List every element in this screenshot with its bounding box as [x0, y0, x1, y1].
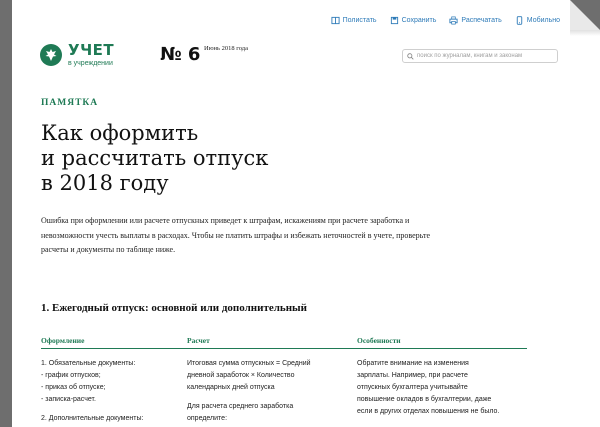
top-toolbar: Полистать Сохранить Распечатать Мобильно	[331, 16, 560, 25]
cell-line: 1. Обязательные документы:	[41, 360, 136, 367]
cell-spacer	[187, 394, 357, 401]
search-icon	[407, 52, 414, 60]
cell-line: - приказ об отпуске;	[41, 384, 106, 391]
print-link[interactable]: Распечатать	[449, 16, 502, 25]
book-icon	[331, 16, 340, 25]
save-icon	[390, 16, 398, 25]
article-lead: Ошибка при оформлении или расчете отпуск…	[41, 216, 431, 254]
article-kicker: ПАМЯТКА	[41, 98, 99, 108]
cell-line: календарных дней отпуска	[187, 384, 275, 391]
save-label: Сохранить	[401, 17, 437, 24]
cell-line: повышение окладов в бухгалтерии, даже	[357, 396, 492, 403]
article-headline: Как оформить и рассчитать отпуск в 2018 …	[41, 121, 268, 196]
cell-line: зарплаты. Например, при расчете	[357, 372, 468, 379]
section-title: 1. Ежегодный отпуск: основной или дополн…	[41, 302, 307, 314]
brand-title: УЧЕТ	[68, 41, 115, 59]
table-cell-documents: 1. Обязательные документы: - график отпу…	[41, 358, 187, 425]
table-row: 1. Обязательные документы: - график отпу…	[41, 349, 527, 425]
page-corner-shadow	[570, 30, 600, 36]
flip-through-label: Полистать	[342, 17, 377, 24]
search-input[interactable]	[417, 53, 553, 59]
headline-line: в 2018 году	[41, 171, 169, 195]
mobile-icon	[516, 16, 522, 25]
mobile-link[interactable]: Мобильно	[515, 16, 560, 25]
table-header-cell: Особенности	[357, 336, 401, 345]
brand-text: УЧЕТ в учреждении	[68, 41, 115, 68]
cell-line: Для расчета среднего заработка	[187, 403, 294, 410]
eagle-emblem-icon	[40, 44, 62, 66]
vacation-table: Оформление Расчет Особенности 1. Обязате…	[41, 336, 527, 425]
brand-subtitle: в учреждении	[68, 60, 113, 67]
table-header-row: Оформление Расчет Особенности	[41, 336, 527, 349]
page-sheet: Полистать Сохранить Распечатать Мобильно…	[12, 0, 600, 427]
issue-number: № 6	[160, 44, 201, 65]
table-header-cell: Расчет	[187, 336, 210, 345]
cell-line: дневной заработок × Количество	[187, 372, 295, 379]
print-icon	[449, 16, 458, 25]
cell-line: Итоговая сумма отпускных = Средний	[187, 360, 311, 367]
page-corner-fold	[570, 0, 600, 30]
brand-logo[interactable]: УЧЕТ в учреждении	[40, 43, 114, 67]
flip-through-link[interactable]: Полистать	[331, 16, 377, 25]
mobile-label: Мобильно	[526, 17, 560, 24]
issue-date: Июнь 2018 года	[204, 45, 249, 52]
table-header-cell: Оформление	[41, 336, 85, 345]
cell-line: Обратите внимание на изменения	[357, 360, 469, 367]
search-box[interactable]	[402, 49, 558, 63]
cell-line: если в других отделах повышения не было.	[357, 408, 500, 415]
table-cell-notes: Обратите внимание на изменения зарплаты.…	[357, 358, 527, 425]
cell-spacer	[41, 406, 187, 413]
cell-line: 2. Дополнительные документы:	[41, 415, 144, 422]
save-link[interactable]: Сохранить	[390, 16, 437, 25]
headline-line: Как оформить	[41, 121, 199, 145]
cell-line: - записка-расчет.	[41, 396, 96, 403]
headline-line: и рассчитать отпуск	[41, 146, 269, 170]
cell-line: определите:	[187, 415, 228, 422]
print-label: Распечатать	[461, 17, 502, 24]
cell-line: - график отпусков;	[41, 372, 101, 379]
cell-line: отпускных бухгалтера учитывайте	[357, 384, 468, 391]
table-cell-calculation: Итоговая сумма отпускных = Средний дневн…	[187, 358, 357, 425]
